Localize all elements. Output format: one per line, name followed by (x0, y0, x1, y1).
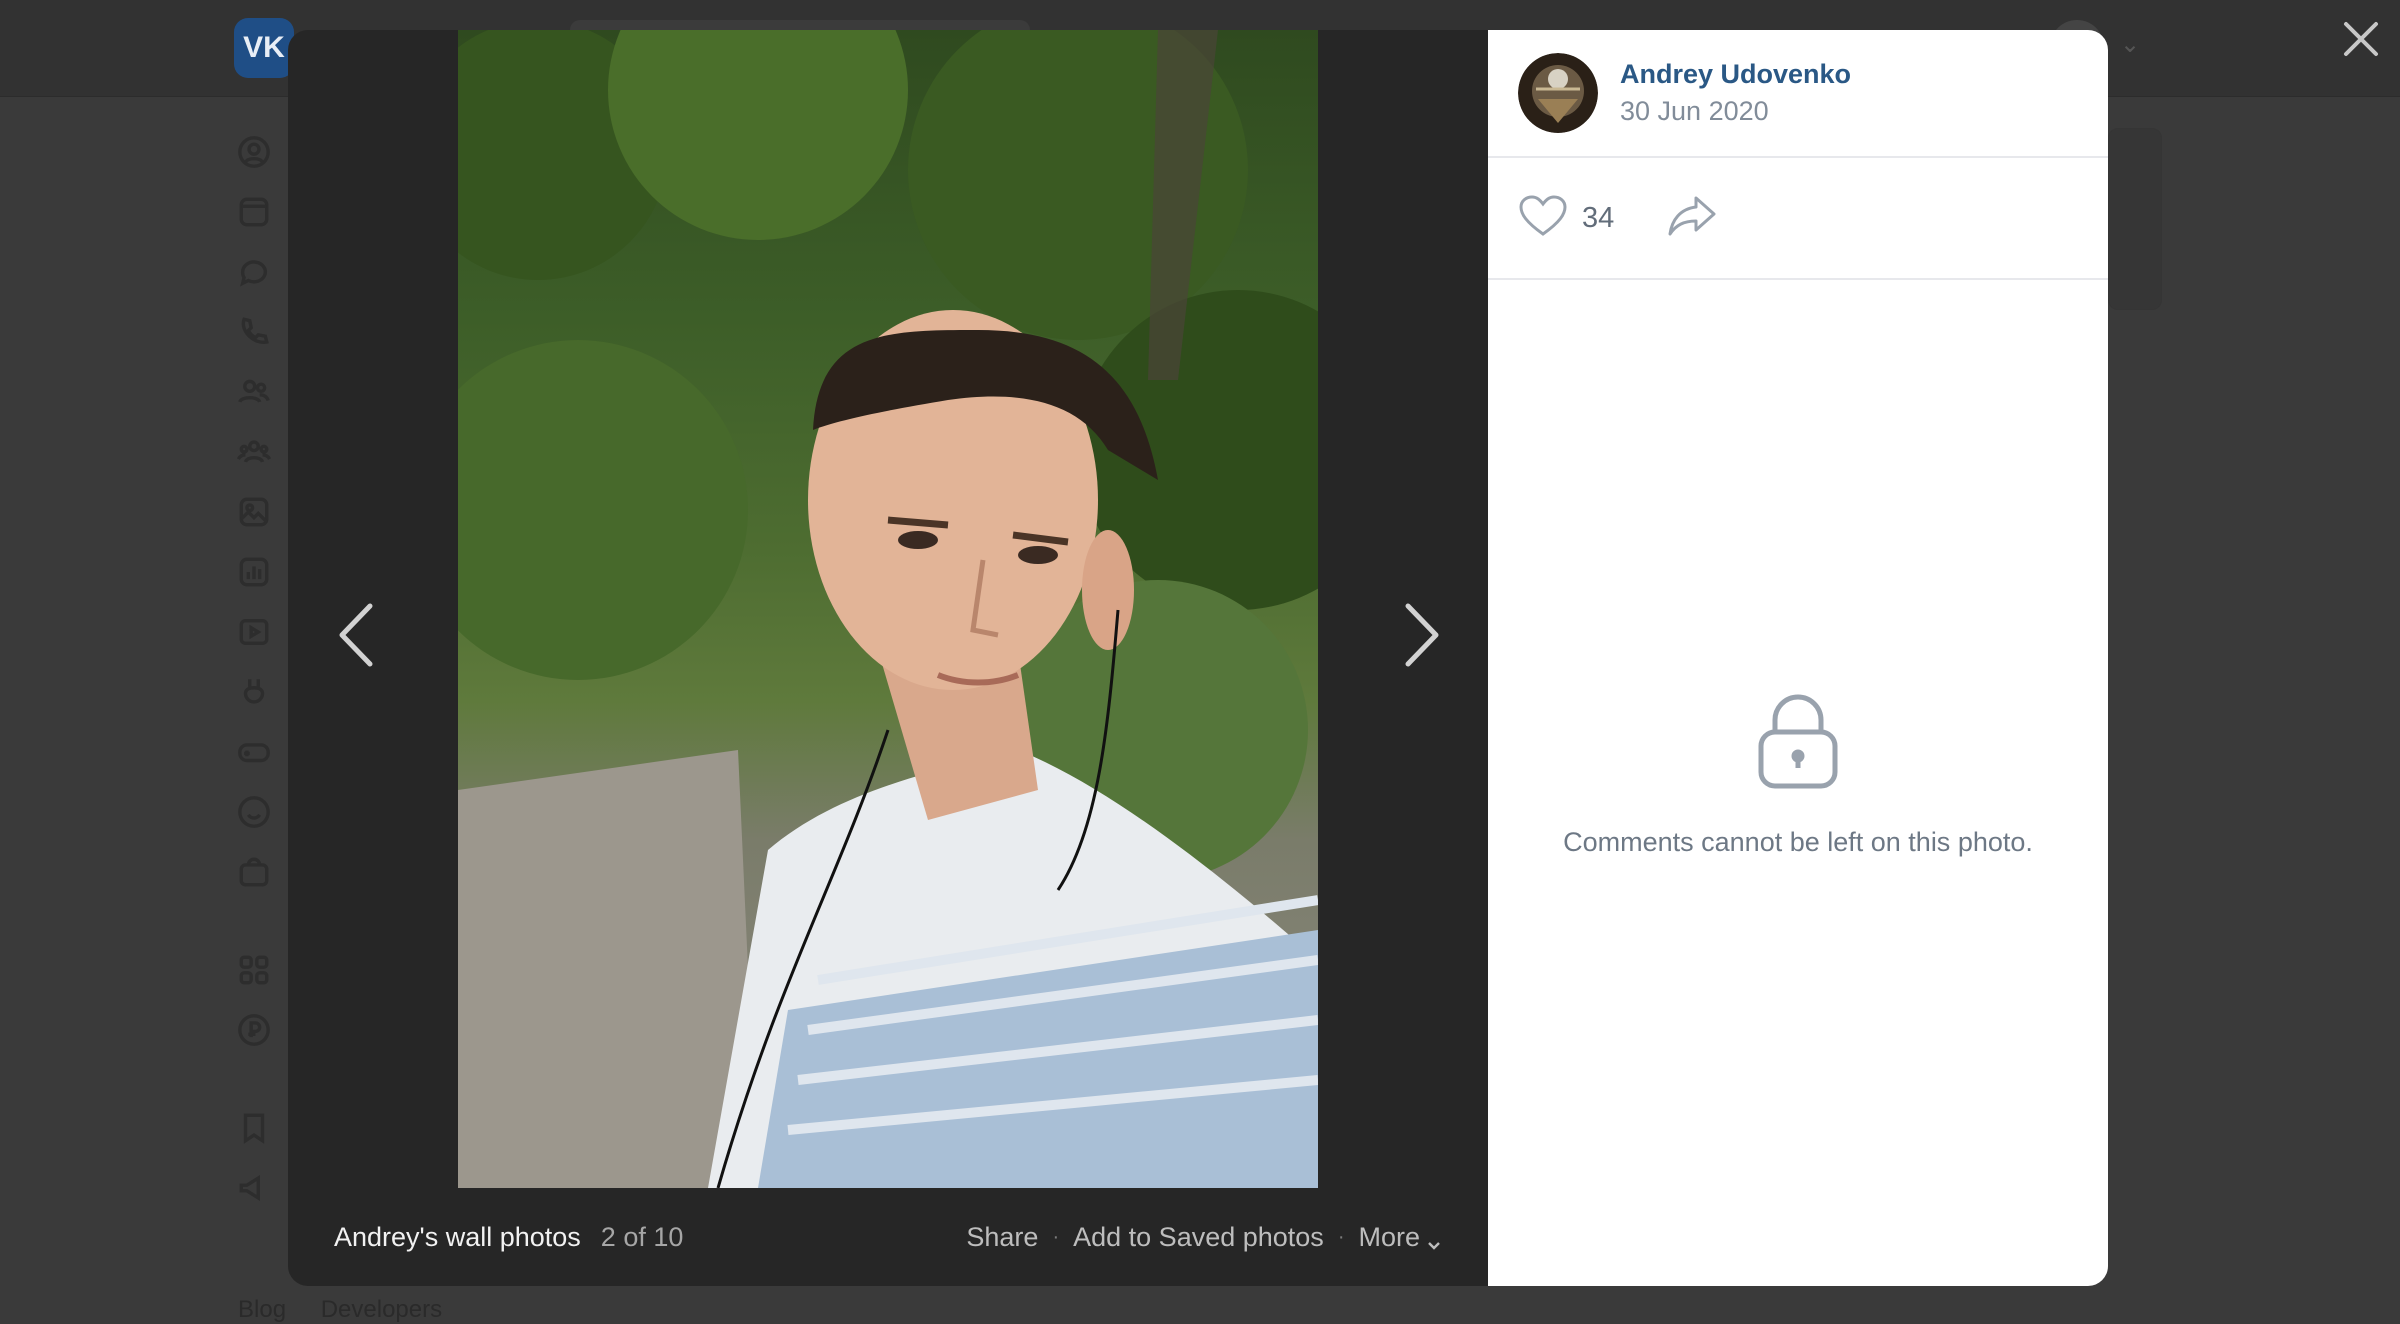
photos-icon (236, 494, 272, 530)
friends-icon (236, 374, 272, 410)
author-name-link[interactable]: Andrey Udovenko (1620, 59, 1851, 90)
profile-icon (236, 134, 272, 170)
market-icon (236, 854, 272, 890)
footer-links: Blog Developers (238, 1296, 470, 1324)
photo-info-bar: Andrey's wall photos 2 of 10 Share · Add… (288, 1188, 1488, 1286)
apps-icon (236, 952, 272, 988)
add-to-saved-button[interactable]: Add to Saved photos (1073, 1222, 1324, 1253)
calls-icon (236, 314, 272, 350)
photo-actions: Share · Add to Saved photos · More (966, 1222, 1442, 1253)
like-button[interactable]: 34 (1518, 194, 1614, 243)
photo-sidebar: Andrey Udovenko 30 Jun 2020 34 Comments … (1488, 30, 2108, 1286)
chevron-down-icon: ⌄ (2120, 31, 2141, 58)
separator-dot: · (1052, 1225, 1060, 1248)
post-date[interactable]: 30 Jun 2020 (1620, 96, 1851, 127)
share-button[interactable]: Share (966, 1222, 1038, 1253)
chevron-right-icon[interactable] (1386, 570, 1456, 700)
chevron-left-icon[interactable] (322, 570, 392, 700)
more-label: More (1358, 1221, 1420, 1252)
author-header: Andrey Udovenko 30 Jun 2020 (1488, 30, 2108, 158)
messages-icon (236, 254, 272, 290)
share-arrow-icon[interactable] (1666, 194, 1718, 243)
reactions-bar: 34 (1488, 158, 2108, 280)
heart-icon (1518, 194, 1568, 243)
photo-counter: 2 of 10 (600, 1221, 684, 1252)
photo-pane: Andrey's wall photos 2 of 10 Share · Add… (288, 30, 1488, 1286)
photo-viewer: Andrey's wall photos 2 of 10 Share · Add… (288, 30, 2108, 1286)
music-icon (236, 554, 272, 590)
comments-locked: Comments cannot be left on this photo. (1488, 690, 2108, 858)
stickers-icon (236, 794, 272, 830)
comments-locked-text: Comments cannot be left on this photo. (1563, 827, 2033, 857)
payments-icon (236, 1012, 272, 1048)
more-button[interactable]: More (1358, 1222, 1442, 1253)
author-avatar[interactable] (1518, 53, 1598, 133)
videos-icon (236, 614, 272, 650)
news-icon (236, 194, 272, 230)
footer-blog-link: Blog (238, 1296, 287, 1323)
communities-icon (236, 434, 272, 470)
bookmarks-icon (236, 1110, 272, 1146)
chevron-down-icon (1426, 1230, 1442, 1251)
clips-icon (236, 674, 272, 710)
separator-dot: · (1337, 1225, 1345, 1248)
background-card (2108, 128, 2162, 310)
album-link[interactable]: Andrey's wall photos (334, 1222, 581, 1253)
ads-icon (236, 1170, 272, 1206)
photo[interactable] (458, 30, 1318, 1188)
footer-developers-link: Developers (320, 1296, 443, 1323)
lock-icon (1488, 690, 2108, 795)
close-icon[interactable] (2336, 14, 2386, 64)
vk-logo: VK (234, 18, 294, 78)
photo-image (458, 30, 1318, 1188)
games-icon (236, 734, 272, 770)
like-count: 34 (1582, 201, 1615, 234)
